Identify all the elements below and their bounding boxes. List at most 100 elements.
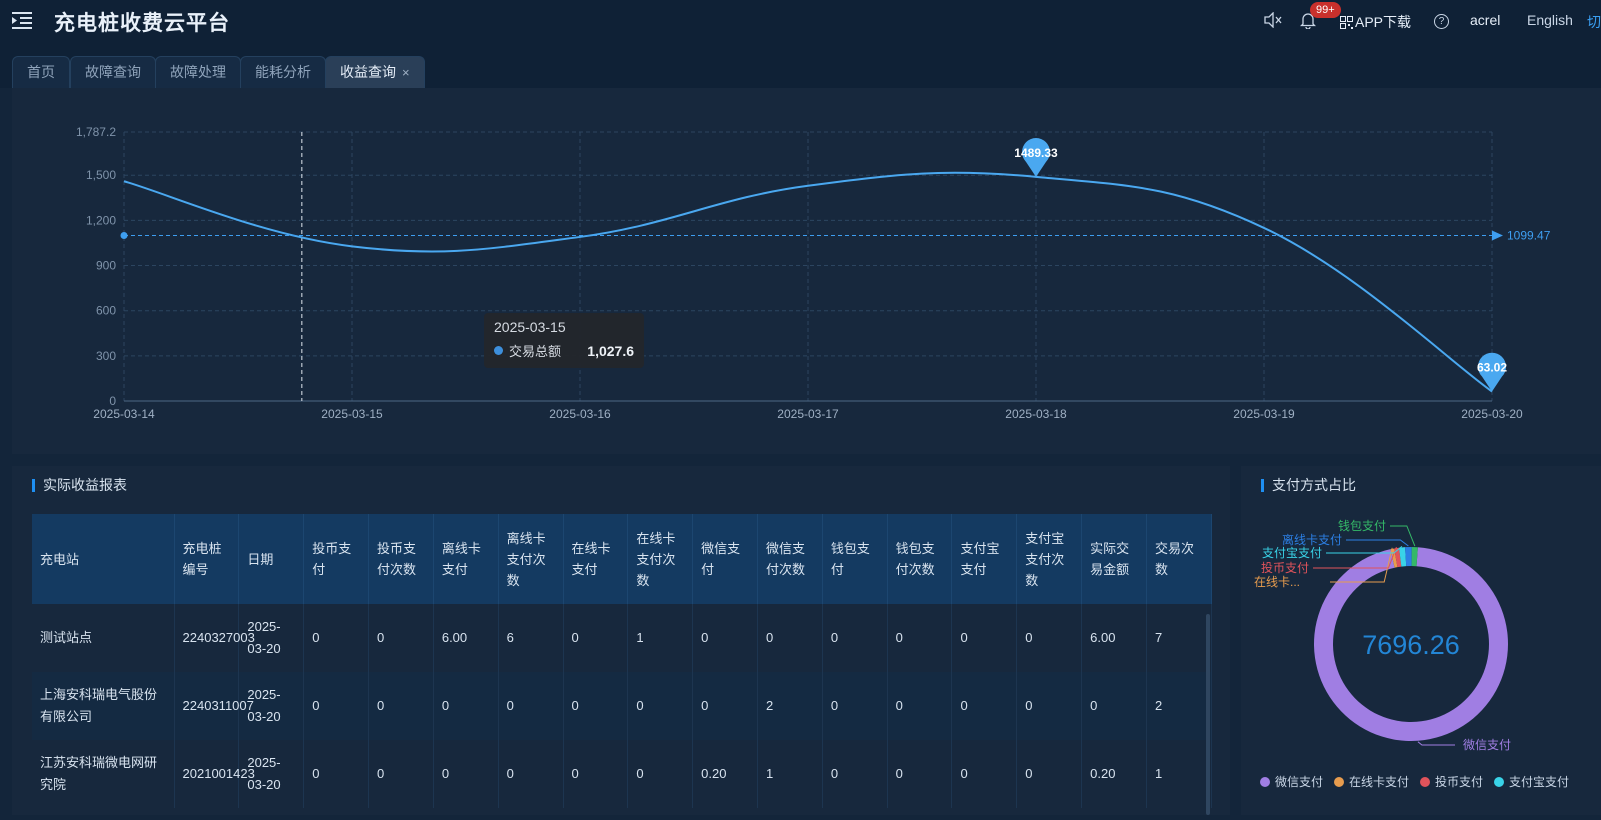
- column-header: 微信支付次数: [757, 514, 823, 604]
- payment-ratio-panel: 支付方式占比 7696.26 微信支付 在线卡... 投币支付 支付宝支付 离线卡支付 钱包…: [1241, 466, 1601, 815]
- table-row[interactable]: 上海安科瑞电气股份有限公司 2240311007 2025-03-20 0 0 0 0 0 0 0…: [32, 672, 1213, 740]
- revenue-line-chart-panel: 0 300 600 900 1,200 1,500 1,787.2 2025-03-14 202…: [12, 88, 1601, 454]
- table-cell: 2025-03-20: [238, 604, 305, 672]
- table-cell: 0: [368, 604, 434, 672]
- marker-label: 1489.33: [1014, 146, 1058, 160]
- table-cell: 0: [887, 672, 953, 740]
- column-header: 微信支付: [692, 514, 758, 604]
- table-scrollbar[interactable]: [1206, 614, 1210, 815]
- table-cell: 上海安科瑞电气股份有限公司: [32, 672, 175, 740]
- tab-label: 首页: [27, 64, 55, 80]
- legend-marker: [1494, 777, 1504, 787]
- table-cell: 6: [498, 604, 564, 672]
- table-cell: 6.00: [1081, 604, 1147, 672]
- table-cell: 2240327003: [174, 604, 255, 672]
- table-cell: 7: [1146, 604, 1213, 672]
- tab-label: 能耗分析: [255, 64, 311, 80]
- average-line-arrow: [1492, 230, 1503, 241]
- table-cell: 江苏安科瑞微电网研究院: [32, 740, 175, 808]
- table-cell: 0: [887, 604, 953, 672]
- table-cell: 0: [822, 604, 888, 672]
- tab-bar: 首页 故障查询 故障处理 能耗分析 收益查询 ×: [0, 42, 1601, 88]
- tab-energy-analysis[interactable]: 能耗分析: [240, 56, 326, 88]
- tooltip-date: 2025-03-15: [494, 319, 566, 335]
- table-cell: 0: [303, 604, 370, 672]
- menu-fold-icon[interactable]: [12, 11, 32, 29]
- top-bar: 充电桩收费云平台 99+ APP下载 ? acrel English 切: [0, 0, 1601, 42]
- language-switch[interactable]: English: [1527, 12, 1573, 28]
- payment-donut-chart: 7696.26微信支付在线卡...投币支付支付宝支付离线卡支付钱包支付微信支付在…: [1254, 518, 1569, 789]
- x-tick-label: 2025-03-17: [777, 407, 839, 421]
- table-cell: 0: [822, 740, 888, 808]
- x-tick-label: 2025-03-16: [549, 407, 611, 421]
- tab-fault-handling[interactable]: 故障处理: [155, 56, 241, 88]
- average-line-start: [120, 232, 128, 240]
- switch-link[interactable]: 切: [1587, 12, 1601, 32]
- close-icon[interactable]: ×: [402, 65, 410, 80]
- tab-revenue-query[interactable]: 收益查询 ×: [325, 56, 425, 88]
- help-icon[interactable]: ?: [1434, 14, 1449, 29]
- table-row[interactable]: 测试站点 2240327003 2025-03-20 0 0 6.00 6 0 1 0 0 0 0 0 0 6…: [32, 604, 1213, 672]
- x-tick-label: 2025-03-19: [1233, 407, 1295, 421]
- tooltip-value: 1,027.6: [587, 342, 634, 359]
- legend-marker: [1420, 777, 1430, 787]
- table-cell: 0: [1016, 672, 1083, 740]
- table-cell: 0: [951, 740, 1018, 808]
- column-header: 支付宝支付: [951, 514, 1018, 604]
- column-header: 钱包支付次数: [887, 514, 953, 604]
- tab-label: 故障处理: [170, 64, 226, 80]
- legend-item: 微信支付: [1275, 775, 1323, 789]
- slice-leader-line: [1390, 525, 1416, 547]
- table-cell: 测试站点: [32, 604, 175, 672]
- y-tick-label: 300: [96, 349, 116, 363]
- table-cell: 0: [1081, 672, 1147, 740]
- table-cell: 6.00: [433, 604, 499, 672]
- donut-slice: [1405, 547, 1412, 567]
- table-cell: 0: [627, 740, 694, 808]
- table-cell: 0: [692, 672, 758, 740]
- column-header: 在线卡支付次数: [627, 514, 694, 604]
- column-header: 离线卡支付次数: [498, 514, 564, 604]
- slice-label: 在线卡...: [1254, 575, 1300, 589]
- slice-leader-line: [1346, 539, 1409, 547]
- legend-marker: [1334, 777, 1344, 787]
- table-cell: 0: [887, 740, 953, 808]
- column-header: 投币支付次数: [368, 514, 434, 604]
- x-tick-label: 2025-03-15: [321, 407, 383, 421]
- table-cell: 0: [1016, 740, 1083, 808]
- table-cell: 0: [757, 604, 823, 672]
- legend-marker: [1260, 777, 1270, 787]
- table-row[interactable]: 江苏安科瑞微电网研究院 2021001423 2025-03-20 0 0 0 0 0 0 0.2…: [32, 740, 1213, 808]
- tab-fault-query[interactable]: 故障查询: [70, 56, 156, 88]
- table-cell: 0: [498, 672, 564, 740]
- table-cell: 0: [951, 672, 1018, 740]
- y-tick-label: 1,200: [86, 213, 116, 227]
- table-cell: 0: [563, 740, 629, 808]
- tab-label: 收益查询: [340, 64, 396, 80]
- table-cell: 1: [627, 604, 694, 672]
- app-download-button[interactable]: APP下载: [1340, 12, 1411, 32]
- column-header: 钱包支付: [822, 514, 888, 604]
- chart-tooltip: 2025-03-15 交易总额 1,027.6: [484, 313, 644, 368]
- tab-label: 故障查询: [85, 64, 141, 80]
- tab-home[interactable]: 首页: [12, 56, 70, 88]
- table-cell: 1: [1146, 740, 1213, 808]
- y-tick-label: 1,787.2: [76, 125, 116, 139]
- mute-icon[interactable]: [1264, 12, 1282, 28]
- min-marker: 63.02: [1477, 352, 1507, 392]
- table-cell: 0: [563, 604, 629, 672]
- table-cell: 2025-03-20: [238, 740, 305, 808]
- marker-label: 63.02: [1477, 361, 1507, 375]
- y-tick-label: 600: [96, 304, 116, 318]
- y-tick-label: 0: [109, 394, 116, 408]
- revenue-report-table: 充电站 充电桩编号 日期 投币支付 投币支付次数 离线卡支付 离线卡支付次数 在线卡支付 在线卡…: [32, 514, 1213, 808]
- table-cell: 0: [303, 672, 370, 740]
- table-cell: 0.20: [692, 740, 758, 808]
- slice-label: 离线卡支付: [1282, 532, 1342, 547]
- column-header: 支付宝支付次数: [1016, 514, 1083, 604]
- pie-title: 支付方式占比: [1261, 478, 1356, 492]
- user-name[interactable]: acrel: [1470, 12, 1500, 28]
- column-header: 在线卡支付: [563, 514, 629, 604]
- revenue-report-panel: 实际收益报表 充电站 充电桩编号 日期 投币支付 投币支付次数 离线卡支付 离线卡支付次数在…: [12, 466, 1230, 815]
- series-dot-icon: [494, 346, 503, 355]
